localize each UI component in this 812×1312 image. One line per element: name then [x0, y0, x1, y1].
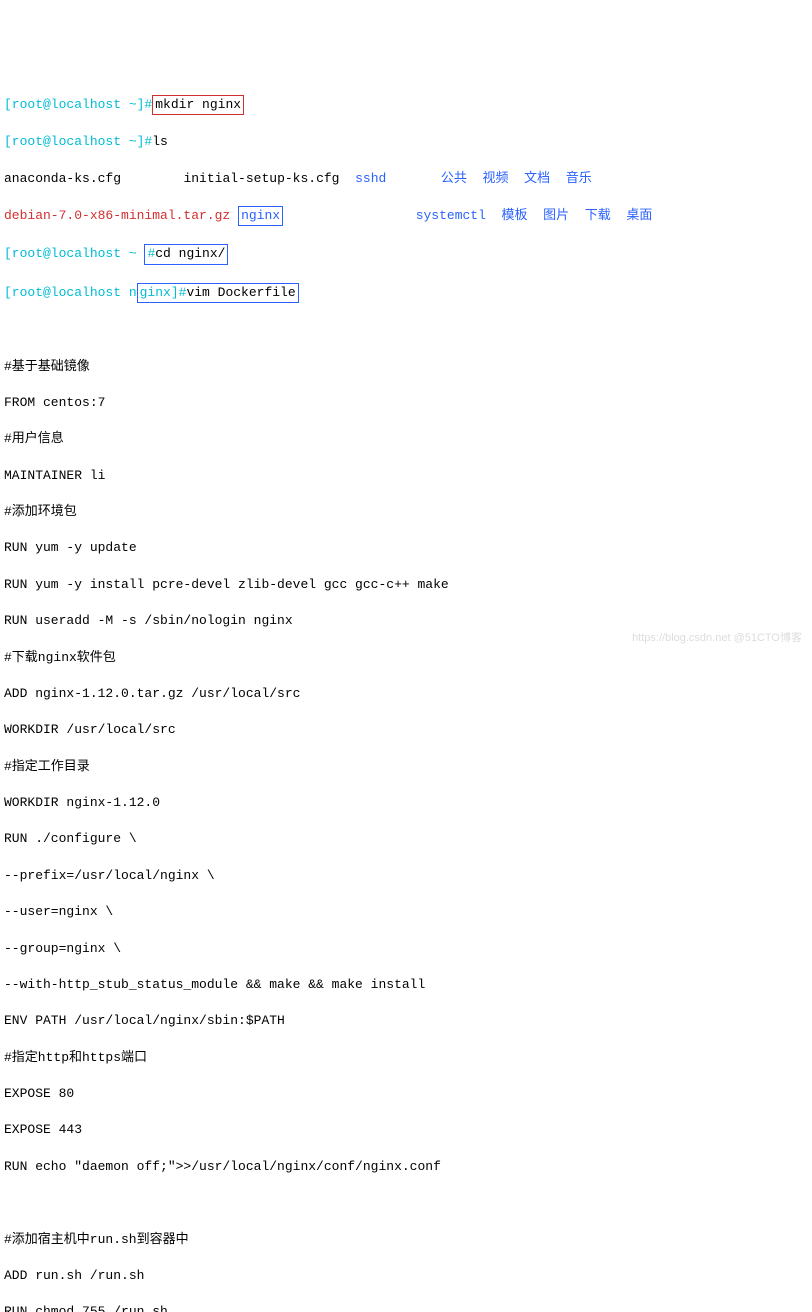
dockerfile-line: EXPOSE 443 [4, 1121, 808, 1139]
dockerfile-line: RUN echo "daemon off;">>/usr/local/nginx… [4, 1158, 808, 1176]
dockerfile-line: #用户信息 [4, 430, 808, 448]
ls-item: 下载 [585, 208, 611, 223]
dockerfile-line: --with-http_stub_status_module && make &… [4, 976, 808, 994]
dockerfile-line: #添加宿主机中run.sh到容器中 [4, 1231, 808, 1249]
dockerfile-line: RUN chmod 755 /run.sh [4, 1303, 808, 1312]
ls-item: 音乐 [566, 171, 592, 186]
dockerfile-line: RUN useradd -M -s /sbin/nologin nginx [4, 612, 808, 630]
cmd-mkdir: mkdir nginx [152, 95, 244, 115]
cmd-vim-dockerfile: vim Dockerfile [186, 285, 295, 300]
ls-item: 图片 [543, 208, 569, 223]
dockerfile-line: WORKDIR nginx-1.12.0 [4, 794, 808, 812]
dockerfile-line: FROM centos:7 [4, 394, 808, 412]
watermark: https://blog.csdn.net @51CTO博客 [632, 631, 802, 646]
dockerfile-line: MAINTAINER li [4, 467, 808, 485]
dockerfile-line: --user=nginx \ [4, 903, 808, 921]
ls-item: 模板 [502, 208, 528, 223]
dockerfile-line: ENV PATH /usr/local/nginx/sbin:$PATH [4, 1012, 808, 1030]
dockerfile-line: --prefix=/usr/local/nginx \ [4, 867, 808, 885]
dockerfile-line: #下载nginx软件包 [4, 649, 808, 667]
dockerfile-line: RUN yum -y update [4, 539, 808, 557]
dockerfile-line: #指定http和https端口 [4, 1049, 808, 1067]
prompt: [root@localhost ~]# [4, 97, 152, 112]
ls-item: 公共 [441, 171, 467, 186]
dockerfile-line: ADD run.sh /run.sh [4, 1267, 808, 1285]
dockerfile-line: WORKDIR /usr/local/src [4, 721, 808, 739]
dockerfile-line: ADD nginx-1.12.0.tar.gz /usr/local/src [4, 685, 808, 703]
ls-item: anaconda-ks.cfg [4, 171, 121, 186]
ls-item: 桌面 [626, 208, 652, 223]
terminal-output: [root@localhost ~]#mkdir nginx [root@loc… [4, 77, 808, 1312]
ls-item-nginx: nginx [238, 206, 283, 226]
ls-item: 文档 [524, 171, 550, 186]
dockerfile-line: --group=nginx \ [4, 940, 808, 958]
dockerfile-line: #添加环境包 [4, 503, 808, 521]
ls-item: 视频 [483, 171, 509, 186]
dockerfile-line: EXPOSE 80 [4, 1085, 808, 1103]
ls-item: systemctl [416, 208, 486, 223]
dockerfile-line: #指定工作目录 [4, 758, 808, 776]
dockerfile-line: #基于基础镜像 [4, 358, 808, 376]
prompt: [root@localhost ~ [4, 246, 144, 261]
dockerfile-line: RUN yum -y install pcre-devel zlib-devel… [4, 576, 808, 594]
ls-item: initial-setup-ks.cfg [183, 171, 339, 186]
ls-item: debian-7.0-x86-minimal.tar.gz [4, 208, 230, 223]
prompt: [root@localhost ~]# [4, 134, 152, 149]
ls-item: sshd [355, 171, 386, 186]
cmd-ls: ls [152, 134, 168, 149]
cmd-cd: cd nginx/ [155, 246, 225, 261]
dockerfile-line: RUN ./configure \ [4, 830, 808, 848]
